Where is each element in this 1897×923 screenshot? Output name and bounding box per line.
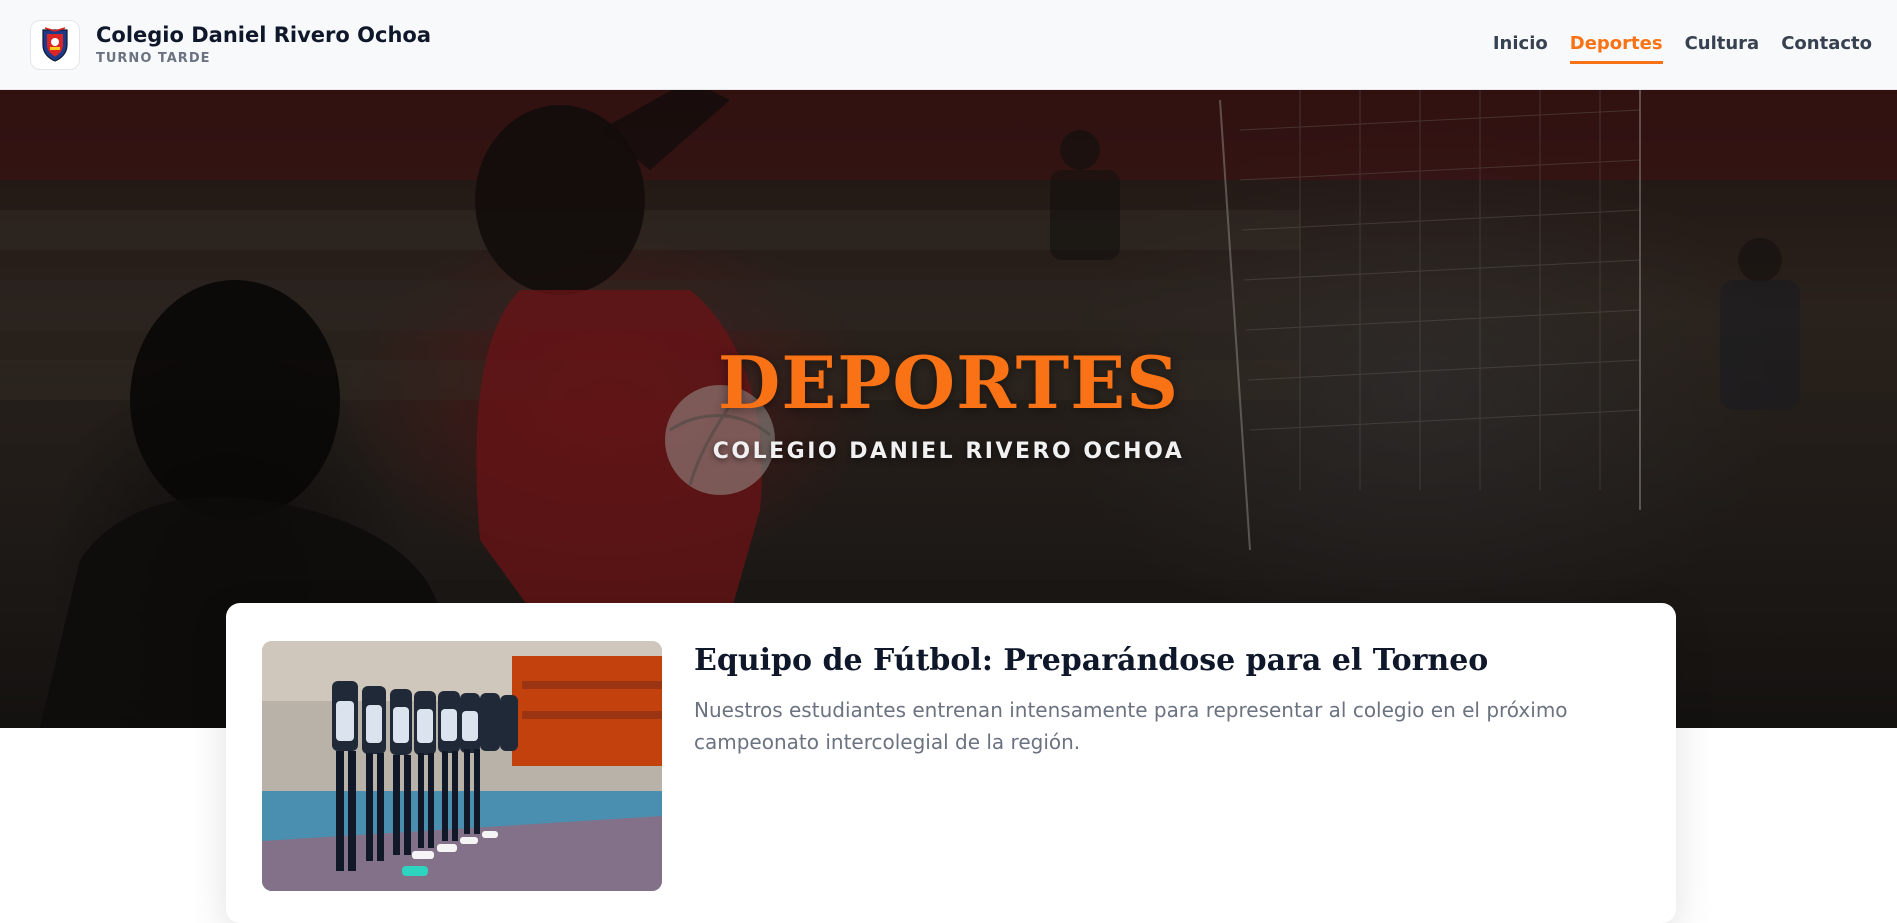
article-summary: Nuestros estudiantes entrenan intensamen… bbox=[694, 698, 1568, 754]
site-header: Colegio Daniel Rivero Ochoa TURNO TARDE … bbox=[0, 0, 1897, 90]
brand[interactable]: Colegio Daniel Rivero Ochoa TURNO TARDE bbox=[30, 19, 431, 70]
nav-link-cultura[interactable]: Cultura bbox=[1685, 25, 1760, 64]
hero-subtitle: COLEGIO DANIEL RIVERO OCHOA bbox=[712, 439, 1185, 464]
article-title[interactable]: Equipo de Fútbol: Preparándose para el T… bbox=[694, 641, 1640, 680]
school-name: Colegio Daniel Rivero Ochoa bbox=[96, 23, 431, 48]
hero-title: DEPORTES bbox=[717, 340, 1180, 425]
hero-content: DEPORTES COLEGIO DANIEL RIVERO OCHOA bbox=[0, 340, 1897, 464]
nav-link-contacto[interactable]: Contacto bbox=[1781, 25, 1872, 64]
article-image[interactable] bbox=[262, 641, 662, 891]
school-shift: TURNO TARDE bbox=[96, 50, 211, 66]
nav-link-deportes[interactable]: Deportes bbox=[1569, 25, 1663, 64]
school-crest-icon[interactable] bbox=[30, 19, 80, 70]
article-body: Equipo de Fútbol: Preparándose para el T… bbox=[694, 641, 1640, 885]
main-nav: Inicio Deportes Cultura Contacto bbox=[1493, 25, 1872, 64]
nav-link-inicio[interactable]: Inicio bbox=[1493, 25, 1548, 64]
brand-text: Colegio Daniel Rivero Ochoa TURNO TARDE bbox=[96, 23, 431, 65]
article-card[interactable]: Equipo de Fútbol: Preparándose para el T… bbox=[226, 603, 1676, 923]
